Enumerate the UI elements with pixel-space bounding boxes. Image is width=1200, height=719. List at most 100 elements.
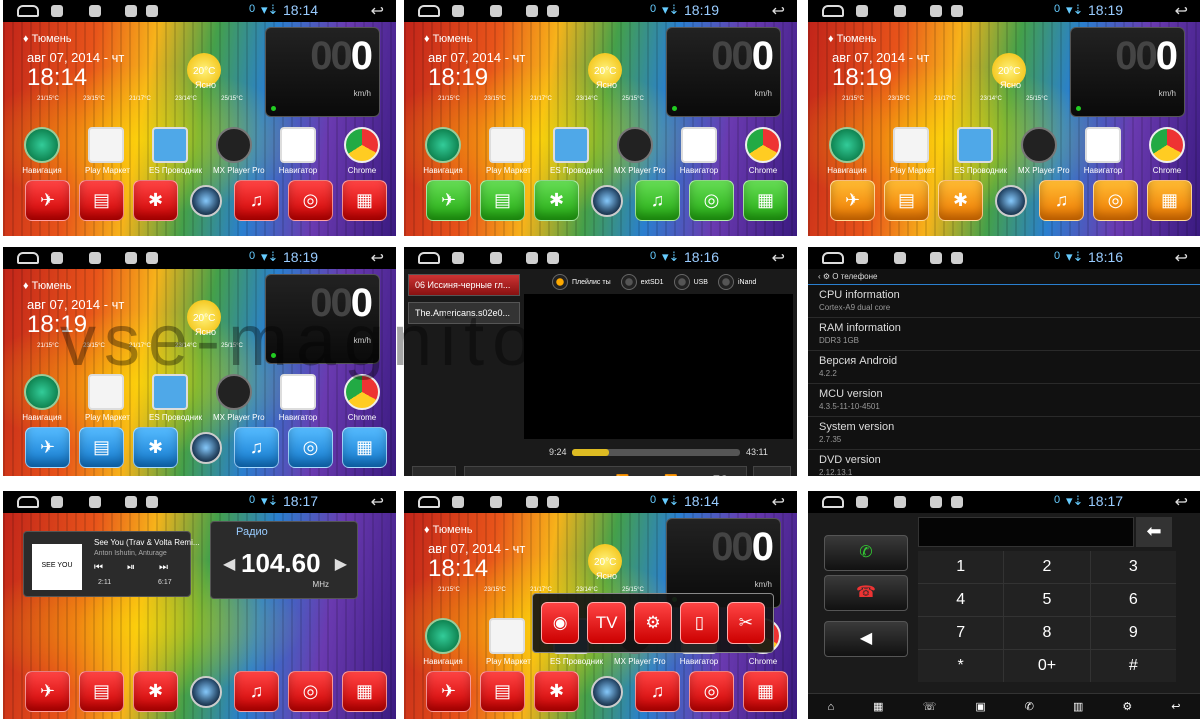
compass-button[interactable]: ✈ [25, 180, 70, 221]
source-option[interactable]: USB [673, 274, 708, 290]
compass-button[interactable]: ✈ [25, 671, 70, 712]
compass-button[interactable]: ✈ [25, 427, 70, 468]
settings-row[interactable]: MCU version 4.3.5-11-10-4501 [808, 384, 1200, 417]
settings-header[interactable]: ‹ ⚙ О телефоне [808, 269, 1200, 285]
bluetooth-button[interactable]: ✱ [133, 180, 178, 221]
music-button[interactable]: ♫ [635, 180, 680, 221]
back-key-icon[interactable]: ↩ [1175, 492, 1188, 512]
home-key-icon[interactable] [17, 252, 39, 264]
home-circle-button[interactable] [995, 185, 1027, 217]
bluetooth-button[interactable]: ✱ [534, 180, 579, 221]
settings-icon[interactable]: ⚙ [633, 602, 673, 644]
tools-icon[interactable]: ✂ [726, 602, 766, 644]
next-button[interactable]: ⏭ [571, 474, 581, 477]
grid-button[interactable]: ▦ [342, 671, 387, 712]
home-key-icon[interactable] [822, 5, 844, 17]
track-item[interactable]: 06 Иссиня-черные гл... [408, 274, 520, 296]
home-circle-button[interactable] [591, 676, 623, 708]
chrome-app[interactable]: Chrome [341, 374, 383, 422]
rewind-button[interactable]: ⏪ [616, 474, 630, 477]
tune-down-icon[interactable]: ◀ [223, 554, 235, 574]
home-key-icon[interactable] [418, 5, 440, 17]
dialer-tab-5[interactable]: ▥ [1073, 700, 1083, 713]
source-option[interactable]: iNand [717, 274, 756, 290]
back-key-icon[interactable]: ↩ [772, 248, 785, 268]
key-4[interactable]: 5 [1004, 584, 1090, 616]
dialer-tab-0[interactable]: ⌂ [828, 701, 835, 713]
music-button[interactable]: ♫ [234, 671, 279, 712]
compass-button[interactable]: ✈ [426, 180, 471, 221]
video-button[interactable]: ◎ [288, 180, 333, 221]
mx-player-app[interactable]: MX Player Pro [614, 127, 666, 175]
play-market-app[interactable]: Play Маркет [85, 374, 130, 422]
prev-icon[interactable]: ⏮ [94, 562, 103, 573]
dialer-tab-7[interactable]: ↩ [1171, 700, 1180, 713]
play-market-app[interactable]: Play Маркет [85, 127, 130, 175]
play-icon[interactable]: ⏯ [127, 562, 135, 573]
key-5[interactable]: 6 [1090, 584, 1176, 616]
video-button[interactable]: ◎ [1093, 180, 1138, 221]
video-button[interactable]: ◎ [288, 671, 333, 712]
home-circle-button[interactable] [591, 185, 623, 217]
home-key-icon[interactable] [822, 496, 844, 508]
bluetooth-button[interactable]: ✱ [938, 180, 983, 221]
grid-button[interactable]: ▦ [743, 671, 788, 712]
back-button[interactable]: ↩ [753, 466, 791, 476]
home-key-icon[interactable] [17, 5, 39, 17]
radio-button[interactable]: ▤ [79, 671, 124, 712]
video-button[interactable]: ◎ [689, 180, 734, 221]
navigator-app[interactable]: Навигатор [277, 374, 319, 422]
mute-button[interactable]: ◀ [824, 621, 908, 657]
music-button[interactable]: ♫ [234, 427, 279, 468]
settings-row[interactable]: DVD version 2.12.13.1 [808, 450, 1200, 476]
dialer-tab-1[interactable]: ▦ [873, 700, 883, 713]
key-0[interactable]: 1 [918, 551, 1004, 583]
home-circle-button[interactable] [190, 185, 222, 217]
dialer-tab-4[interactable]: ✆ [1025, 700, 1034, 713]
back-key-icon[interactable]: ↩ [1175, 1, 1188, 21]
prev-button[interactable]: ⏮ [482, 474, 492, 477]
source-option[interactable]: Плейлис ты [552, 274, 611, 290]
music-button[interactable]: ♫ [635, 671, 680, 712]
es-explorer-app[interactable]: ES Проводник [149, 127, 202, 175]
ipod-icon[interactable]: ▯ [680, 602, 719, 644]
track-item[interactable]: The.Americans.s02e0... [408, 302, 520, 324]
chrome-app[interactable]: Chrome [1146, 127, 1188, 175]
eq-button[interactable]: EQ [713, 474, 729, 476]
music-widget[interactable]: SEE YOU See You (Trav & Volta Remi... Anto… [23, 531, 200, 597]
back-key-icon[interactable]: ↩ [772, 1, 785, 21]
navigation-app[interactable]: Навигация [21, 374, 63, 422]
grid-button[interactable]: ▦ [342, 427, 387, 468]
home-key-icon[interactable] [822, 252, 844, 264]
video-button[interactable]: ◎ [689, 671, 734, 712]
radio-button[interactable]: ▤ [79, 427, 124, 468]
home-key-icon[interactable] [418, 496, 440, 508]
progress-bar[interactable] [572, 449, 740, 456]
chrome-app[interactable]: Chrome [341, 127, 383, 175]
key-3[interactable]: 4 [918, 584, 1004, 616]
key-6[interactable]: 7 [918, 617, 1004, 649]
chrome-app[interactable]: Chrome [742, 127, 784, 175]
navigation-app[interactable]: Навигация [422, 127, 464, 175]
radio-button[interactable]: ▤ [480, 180, 525, 221]
forward-button[interactable]: ⏩ [664, 474, 678, 477]
bluetooth-button[interactable]: ✱ [534, 671, 579, 712]
settings-row[interactable]: CPU information Cortex-A9 dual core [808, 285, 1200, 318]
grid-button[interactable]: ▦ [1147, 180, 1192, 221]
radio-button[interactable]: ▤ [884, 180, 929, 221]
key-10[interactable]: 0+ [1004, 650, 1090, 682]
grid-button[interactable]: ▦ [743, 180, 788, 221]
back-key-icon[interactable]: ↩ [371, 1, 384, 21]
back-key-icon[interactable]: ↩ [371, 248, 384, 268]
home-key-icon[interactable] [17, 496, 39, 508]
tune-up-icon[interactable]: ▶ [335, 554, 347, 574]
video-button[interactable]: ◎ [288, 427, 333, 468]
home-circle-button[interactable] [190, 676, 222, 708]
back-key-icon[interactable]: ↩ [371, 492, 384, 512]
settings-row[interactable]: System version 2.7.35 [808, 417, 1200, 450]
mx-player-app[interactable]: MX Player Pro [213, 374, 265, 422]
bluetooth-button[interactable]: ✱ [133, 427, 178, 468]
navigator-app[interactable]: Навигатор [1082, 127, 1124, 175]
grid-button[interactable]: ▦ [342, 180, 387, 221]
music-button[interactable]: ♫ [1039, 180, 1084, 221]
